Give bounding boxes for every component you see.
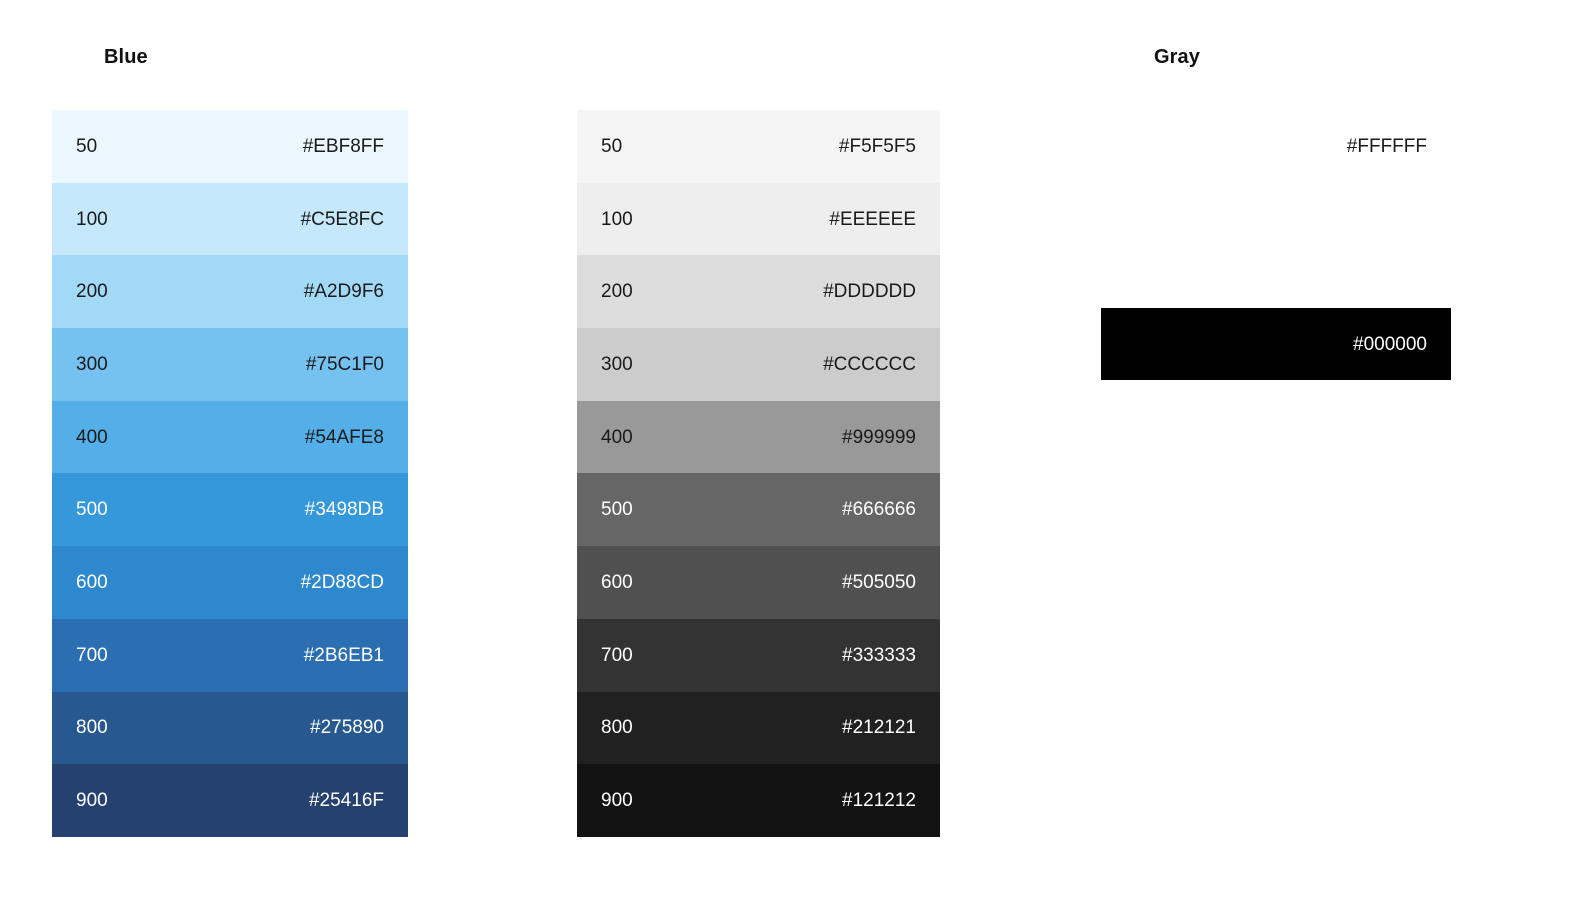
color-ramp-blue: 50 #EBF8FF 100 #C5E8FC 200 #A2D9F6 300 #75C1F0 4… <box>52 110 408 837</box>
color-swatch-hex: #999999 <box>842 426 916 448</box>
color-swatch-hex: #275890 <box>310 717 384 739</box>
color-swatch-hex: #CCCCCC <box>823 353 916 375</box>
color-swatch-step: 50 <box>76 135 98 157</box>
color-swatch[interactable]: 500 #3498DB <box>52 473 408 547</box>
group-title-blue: Blue <box>104 46 148 68</box>
color-swatch-hex: #000000 <box>1353 333 1427 355</box>
color-swatch-hex: #54AFE8 <box>304 426 384 448</box>
color-swatch-step: 300 <box>601 353 633 375</box>
color-swatch-hex: #A2D9F6 <box>303 281 384 303</box>
group-title-gray: Gray <box>1154 46 1200 68</box>
color-swatch[interactable]: 900 #25416F <box>52 764 408 837</box>
color-swatch[interactable]: 300 #CCCCCC <box>577 328 940 401</box>
color-swatch[interactable]: 700 #2B6EB1 <box>52 618 408 692</box>
color-swatch-hex: #2D88CD <box>300 571 384 593</box>
color-swatch-step: 50 <box>601 135 623 157</box>
color-swatch-step: 500 <box>601 499 633 521</box>
color-swatch[interactable]: 400 #999999 <box>577 400 940 474</box>
color-swatch-step: 700 <box>76 644 108 666</box>
color-swatch-hex: #EBF8FF <box>302 135 384 157</box>
color-swatch-hex: #3498DB <box>304 499 384 521</box>
color-swatch-step: 200 <box>601 281 633 303</box>
color-swatch-step: 800 <box>76 717 108 739</box>
color-swatch-step: 900 <box>601 790 633 812</box>
color-swatch[interactable]: 400 #54AFE8 <box>52 400 408 474</box>
color-palette-board: Blue 50 #EBF8FF 100 #C5E8FC 200 #A2D9F6 300 #75… <box>0 0 1590 906</box>
color-swatch[interactable]: 200 #A2D9F6 <box>52 255 408 329</box>
color-swatch-hex: #2B6EB1 <box>303 644 384 666</box>
color-swatch-hex: #75C1F0 <box>305 353 384 375</box>
color-swatch-step: 200 <box>76 281 108 303</box>
color-swatch-hex: #505050 <box>842 571 916 593</box>
color-swatch-hex: #212121 <box>842 717 916 739</box>
color-swatch[interactable]: 500 #666666 <box>577 473 940 547</box>
color-swatch[interactable]: 600 #2D88CD <box>52 546 408 619</box>
color-swatch-hex: #121212 <box>842 790 916 812</box>
color-swatch-step: 300 <box>76 353 108 375</box>
color-swatch-hex: #EEEEEE <box>829 208 916 230</box>
color-swatch-step: 400 <box>76 426 108 448</box>
color-swatch[interactable]: 800 #212121 <box>577 691 940 765</box>
color-swatch-step: 900 <box>76 790 108 812</box>
color-swatch-step: 100 <box>76 208 108 230</box>
color-swatch-white[interactable]: #FFFFFF <box>1101 110 1451 182</box>
color-swatch-step: 500 <box>76 499 108 521</box>
color-swatch[interactable]: 700 #333333 <box>577 618 940 692</box>
color-swatch[interactable]: 900 #121212 <box>577 764 940 837</box>
color-swatch-hex: #C5E8FC <box>300 208 384 230</box>
color-swatch-hex: #666666 <box>842 499 916 521</box>
color-swatch-hex: #333333 <box>842 644 916 666</box>
color-swatch-step: 700 <box>601 644 633 666</box>
color-swatch-step: 400 <box>601 426 633 448</box>
color-swatch[interactable]: 100 #C5E8FC <box>52 182 408 256</box>
color-swatch-step: 600 <box>601 571 633 593</box>
color-swatch[interactable]: 50 #F5F5F5 <box>577 110 940 183</box>
color-swatch-step: 600 <box>76 571 108 593</box>
color-swatch-step: 100 <box>601 208 633 230</box>
color-swatch-hex: #25416F <box>308 790 384 812</box>
color-swatch-black[interactable]: #000000 <box>1101 308 1451 380</box>
color-swatch[interactable]: 200 #DDDDDD <box>577 255 940 329</box>
color-swatch[interactable]: 800 #275890 <box>52 691 408 765</box>
color-swatch[interactable]: 300 #75C1F0 <box>52 328 408 401</box>
color-swatch[interactable]: 600 #505050 <box>577 546 940 619</box>
color-swatch-step: 800 <box>601 717 633 739</box>
color-swatch[interactable]: 100 #EEEEEE <box>577 182 940 256</box>
color-swatch-hex: #F5F5F5 <box>838 135 916 157</box>
color-swatch-hex: #FFFFFF <box>1346 135 1427 157</box>
color-ramp-gray: 50 #F5F5F5 100 #EEEEEE 200 #DDDDDD 300 #CCCCCC 4… <box>577 110 940 837</box>
color-swatch-hex: #DDDDDD <box>823 281 916 303</box>
color-swatch[interactable]: 50 #EBF8FF <box>52 110 408 183</box>
